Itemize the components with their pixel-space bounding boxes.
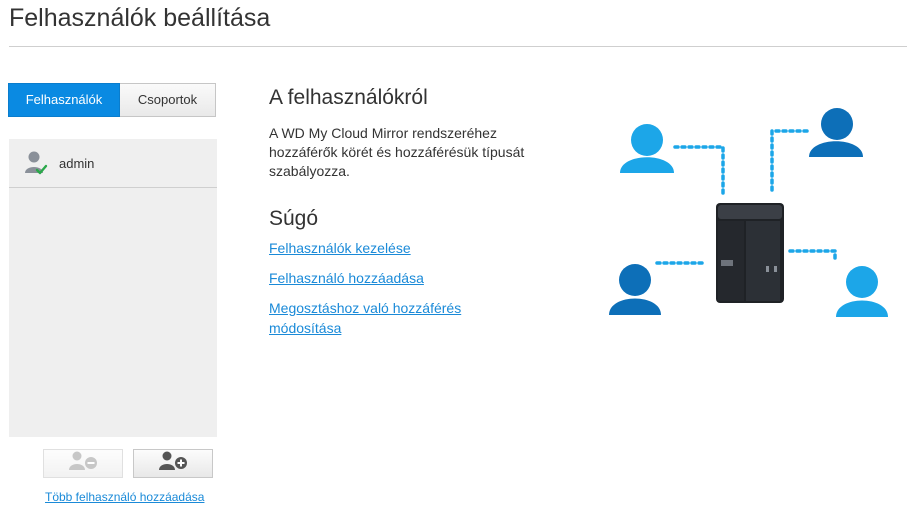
remove-user-icon <box>66 450 100 477</box>
user-list: admin <box>9 139 217 437</box>
tab-users[interactable]: Felhasználók <box>8 83 120 117</box>
user-check-icon <box>23 149 49 177</box>
title-divider <box>9 46 907 47</box>
about-text: A WD My Cloud Mirror rendszeréhez hozzáf… <box>269 125 525 179</box>
person-icon <box>836 266 888 317</box>
help-links: Felhasználók kezelése Felhasználó hozzáa… <box>269 238 509 348</box>
help-link-manage-users[interactable]: Felhasználók kezelése <box>269 238 509 258</box>
about-heading: A felhasználókról <box>269 86 428 109</box>
user-row-admin[interactable]: admin <box>9 139 217 188</box>
remove-user-button[interactable] <box>43 449 123 478</box>
person-icon <box>609 264 661 315</box>
user-name: admin <box>59 155 95 171</box>
person-icon <box>620 124 674 173</box>
help-link-share-access[interactable]: Megosztáshoz való hozzáférés módosítása <box>269 298 509 338</box>
add-user-button[interactable] <box>133 449 213 478</box>
person-icon <box>809 108 863 157</box>
users-diagram <box>600 100 900 325</box>
page-title: Felhasználók beállítása <box>9 4 271 32</box>
tab-groups[interactable]: Csoportok <box>120 83 216 117</box>
nas-device-icon <box>716 203 784 303</box>
help-heading: Súgó <box>269 207 319 230</box>
add-user-icon <box>156 450 190 477</box>
tab-bar: Felhasználók Csoportok <box>8 83 216 117</box>
help-link-add-user[interactable]: Felhasználó hozzáadása <box>269 268 509 288</box>
add-more-users-link[interactable]: Több felhasználó hozzáadása <box>45 490 204 504</box>
